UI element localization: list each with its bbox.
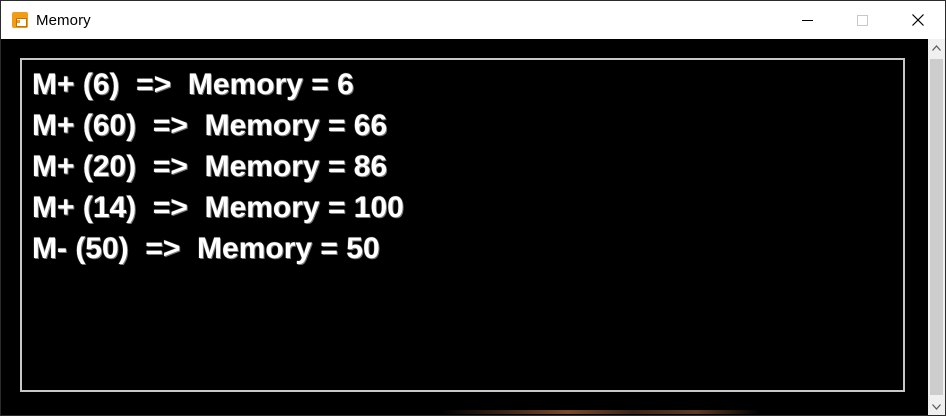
title-bar[interactable]: Memory bbox=[1, 1, 945, 39]
maximize-button[interactable] bbox=[835, 1, 890, 39]
minimize-button[interactable] bbox=[780, 1, 835, 39]
log-line: M- (50) => Memory = 50 bbox=[32, 232, 380, 265]
memory-app-icon[interactable] bbox=[12, 12, 28, 28]
memory-log-list: M+ (6) => Memory = 6 M+ (60) => Memory =… bbox=[32, 64, 404, 269]
client-area: M+ (6) => Memory = 6 M+ (60) => Memory =… bbox=[1, 39, 945, 415]
log-line: M+ (60) => Memory = 66 bbox=[32, 109, 388, 142]
vertical-scrollbar[interactable] bbox=[928, 39, 945, 415]
chevron-down-icon bbox=[932, 403, 941, 410]
close-icon bbox=[911, 14, 924, 26]
scroll-down-button[interactable] bbox=[928, 398, 945, 415]
chevron-up-icon bbox=[932, 44, 941, 51]
desktop-background-strip bbox=[440, 410, 760, 414]
app-window: Memory M+ (6) => Memory = 6 M+ (60) => M… bbox=[0, 0, 946, 416]
maximize-icon bbox=[857, 14, 868, 26]
log-line: M+ (6) => Memory = 6 bbox=[32, 68, 354, 101]
minimize-icon bbox=[802, 19, 813, 21]
scrollbar-thumb[interactable] bbox=[930, 59, 943, 395]
log-line: M+ (14) => Memory = 100 bbox=[32, 191, 404, 224]
close-button[interactable] bbox=[890, 1, 945, 39]
memory-log-panel: M+ (6) => Memory = 6 M+ (60) => Memory =… bbox=[20, 58, 905, 392]
log-line: M+ (20) => Memory = 86 bbox=[32, 150, 388, 183]
window-title: Memory bbox=[36, 11, 91, 29]
window-controls bbox=[780, 1, 945, 39]
scroll-up-button[interactable] bbox=[928, 39, 945, 56]
